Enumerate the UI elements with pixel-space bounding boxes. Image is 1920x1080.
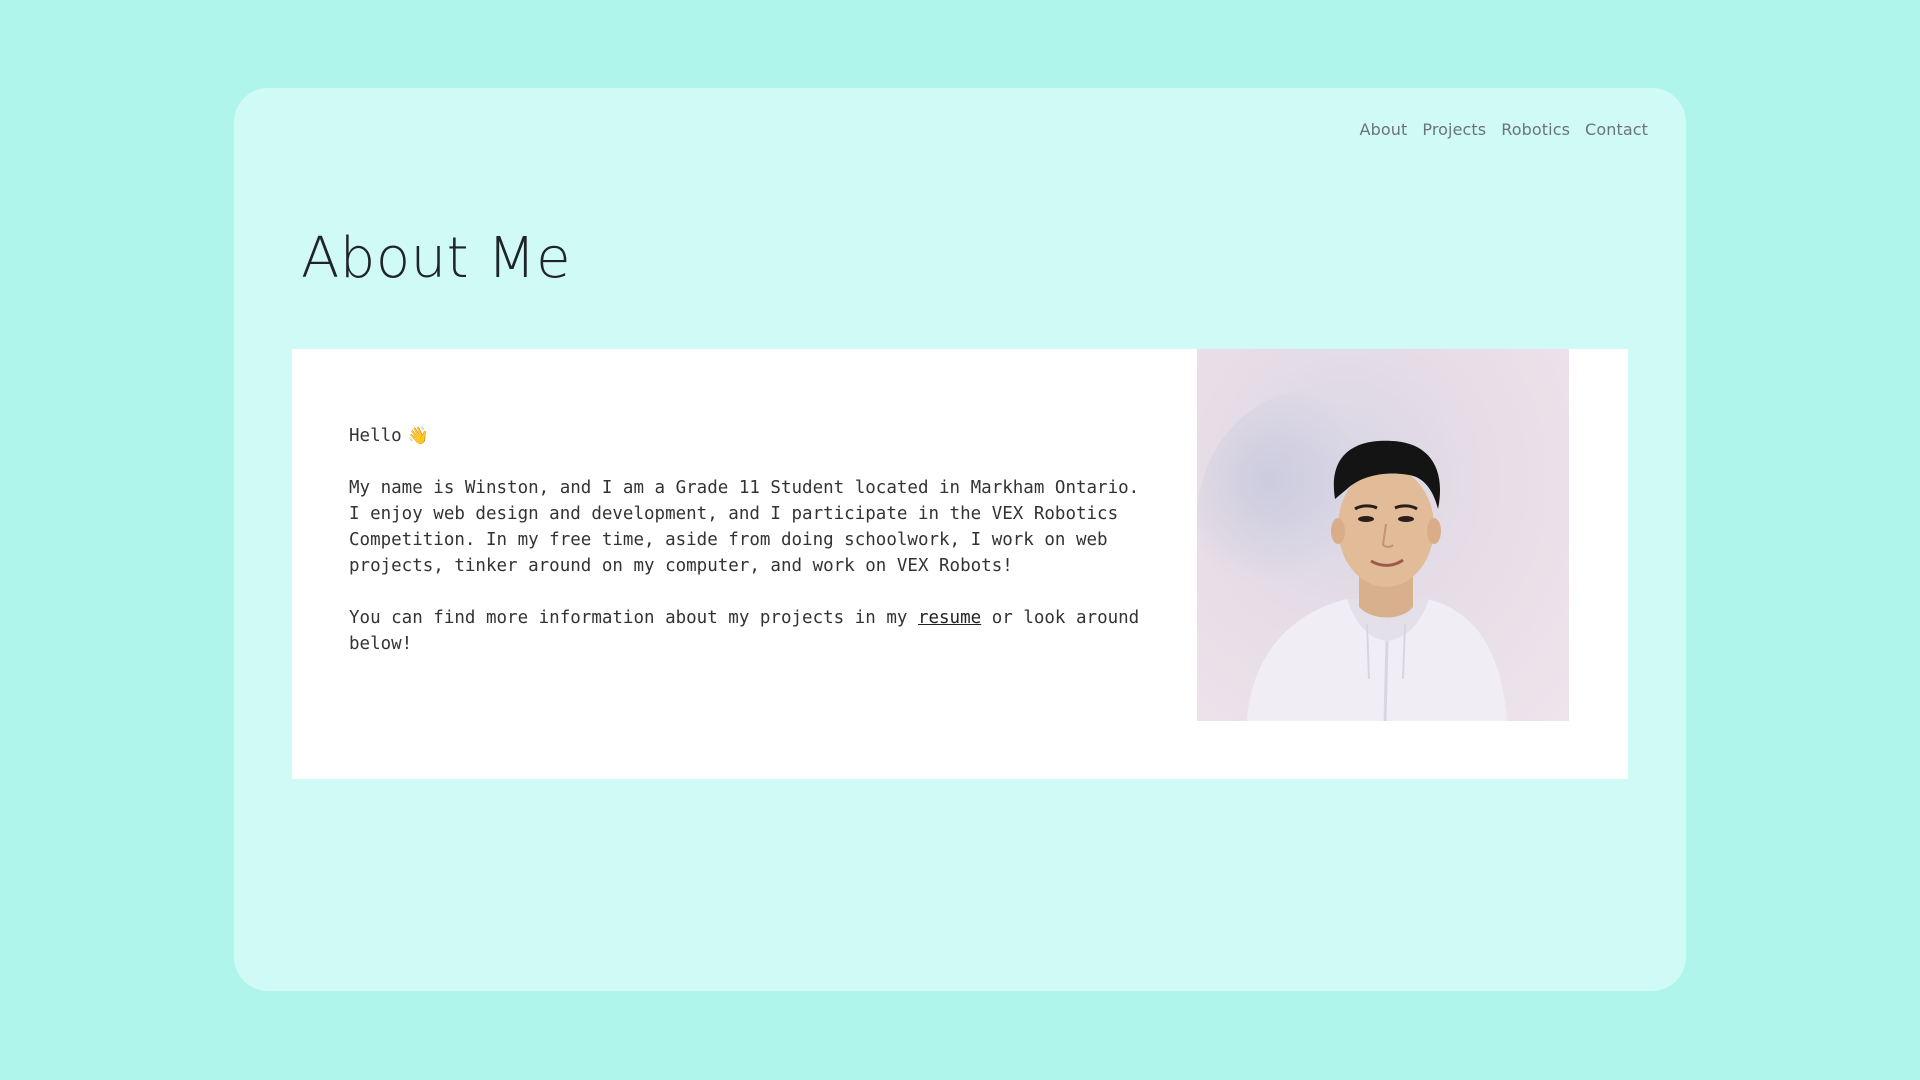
top-nav: About Projects Robotics Contact	[1360, 120, 1648, 139]
more-info-paragraph: You can find more information about my p…	[349, 605, 1149, 657]
waving-hand-icon: 👋	[407, 426, 429, 446]
about-card: Hello 👋 My name is Winston, and I am a Gr…	[292, 349, 1628, 779]
resume-link[interactable]: resume	[918, 608, 981, 628]
greeting-text: Hello	[349, 426, 402, 446]
nav-about-link[interactable]: About	[1360, 120, 1408, 139]
nav-contact-link[interactable]: Contact	[1585, 120, 1648, 139]
nav-robotics-link[interactable]: Robotics	[1501, 120, 1570, 139]
profile-photo	[1197, 349, 1569, 721]
more-info-prefix: You can find more information about my p…	[349, 608, 908, 628]
profile-photo-illustration	[1197, 389, 1507, 721]
greeting-line: Hello 👋	[349, 423, 1149, 449]
about-text: Hello 👋 My name is Winston, and I am a Gr…	[349, 423, 1149, 683]
intro-paragraph: My name is Winston, and I am a Grade 11 …	[349, 478, 1140, 576]
page-title: About Me	[301, 226, 572, 291]
site-window: About Projects Robotics Contact About Me…	[234, 88, 1686, 991]
nav-projects-link[interactable]: Projects	[1422, 120, 1486, 139]
